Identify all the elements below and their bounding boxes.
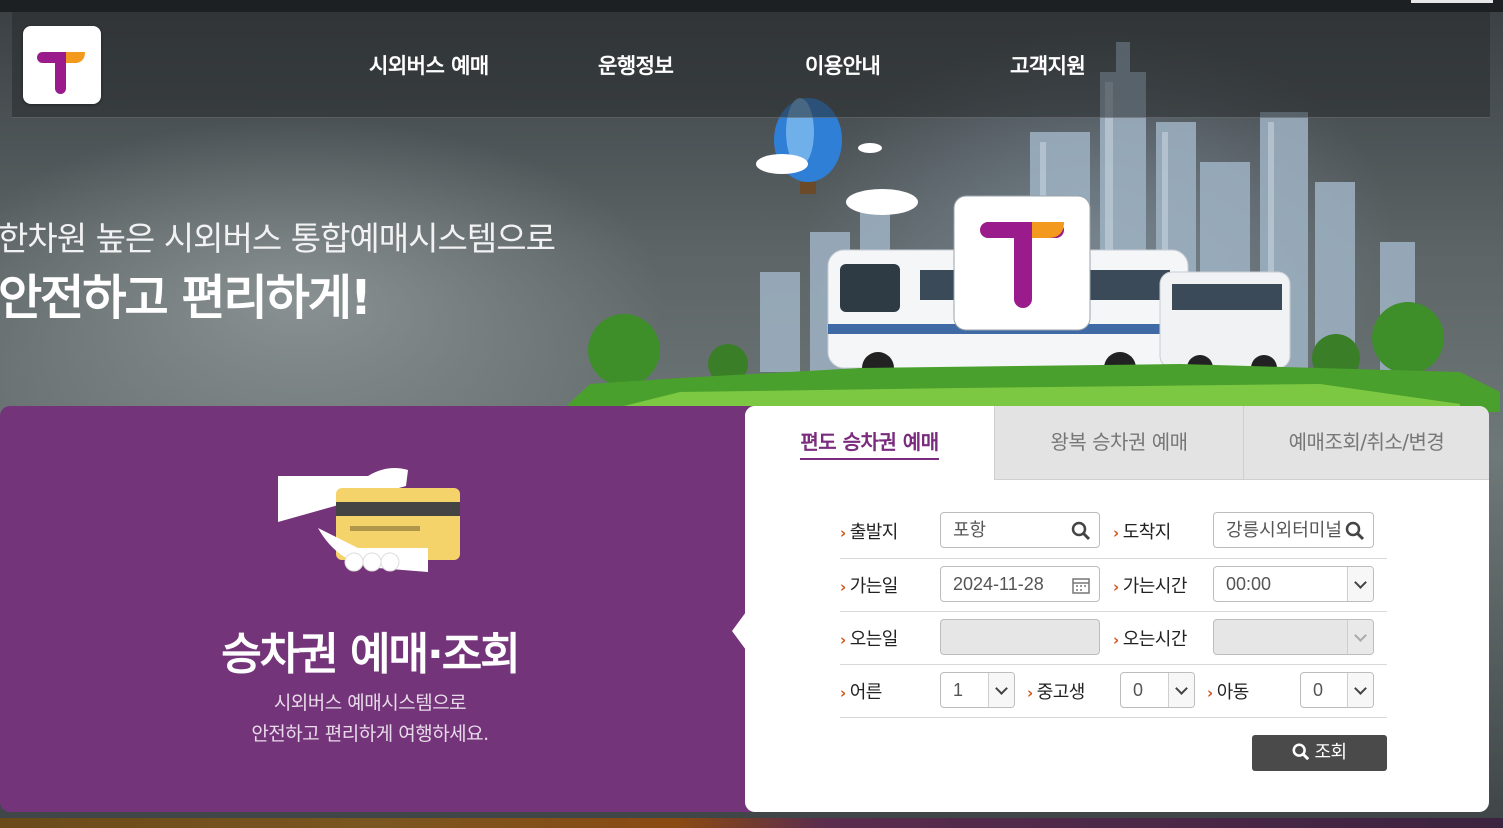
arrow-icon: › xyxy=(840,524,846,542)
depart-label: › 출발지 xyxy=(840,518,898,544)
child-label: › 아동 xyxy=(1207,678,1249,704)
return-time-select xyxy=(1213,619,1374,655)
adult-count-value: 1 xyxy=(953,680,964,700)
arrow-icon: › xyxy=(1113,631,1119,649)
child-count-value: 0 xyxy=(1313,680,1324,700)
go-time-select[interactable]: 00:00 xyxy=(1213,566,1374,602)
student-label-text: 중고생 xyxy=(1036,682,1086,703)
adult-label-text: 어른 xyxy=(849,682,883,703)
promo-subtitle: 시외버스 예매시스템으로 안전하고 편리하게 여행하세요. xyxy=(0,688,740,750)
student-label: › 중고생 xyxy=(1027,678,1085,704)
return-date-label: › 오는일 xyxy=(840,625,898,651)
go-date-value: 2024-11-28 xyxy=(953,574,1044,594)
go-time-label: › 가는시간 xyxy=(1113,572,1187,598)
go-time-label-text: 가는시간 xyxy=(1122,576,1188,597)
arrow-icon: › xyxy=(840,684,846,702)
adult-count-select[interactable]: 1 xyxy=(940,672,1015,708)
arrow-icon: › xyxy=(1113,524,1119,542)
row-divider xyxy=(840,558,1387,559)
nav-operation-info[interactable]: 운행정보 xyxy=(598,50,674,80)
browser-top-strip xyxy=(0,0,1503,12)
go-date-label-text: 가는일 xyxy=(849,576,899,597)
promo-title: 승차권 예매·조회 xyxy=(221,629,520,680)
arrive-label: › 도착지 xyxy=(1113,518,1171,544)
search-icon[interactable] xyxy=(1071,521,1091,541)
student-count-select[interactable]: 0 xyxy=(1120,672,1195,708)
t-logo-icon[interactable] xyxy=(23,26,101,104)
nav-customer-support[interactable]: 고객지원 xyxy=(1010,50,1086,80)
arrive-input[interactable]: 강릉시외터미널 xyxy=(1213,512,1374,548)
go-date-label: › 가는일 xyxy=(840,572,898,598)
child-count-select[interactable]: 0 xyxy=(1300,672,1374,708)
search-icon[interactable] xyxy=(1345,521,1365,541)
child-label-text: 아동 xyxy=(1216,682,1250,703)
depart-input[interactable]: 포항 xyxy=(940,512,1100,548)
arrive-value: 강릉시외터미널 xyxy=(1226,520,1342,540)
tab-lookup-cancel[interactable]: 예매조회/취소/변경 xyxy=(1243,406,1489,480)
depart-value: 포항 xyxy=(953,520,987,540)
calendar-icon[interactable] xyxy=(1071,575,1091,595)
hero-slogan-line2: 안전하고 편리하게! xyxy=(0,270,372,326)
chevron-down-icon[interactable] xyxy=(1347,567,1373,601)
chevron-down-icon xyxy=(1347,620,1373,654)
row-divider xyxy=(840,717,1387,718)
arrive-label-text: 도착지 xyxy=(1122,522,1172,543)
top-strip-tab xyxy=(1411,0,1493,3)
arrow-icon: › xyxy=(1207,684,1213,702)
t-logo-svg xyxy=(37,52,85,94)
chevron-down-icon[interactable] xyxy=(1347,673,1373,707)
chevron-down-icon[interactable] xyxy=(988,673,1014,707)
return-date-input xyxy=(940,619,1100,655)
hero-slogan-line1: 한차원 높은 시외버스 통합예매시스템으로 xyxy=(0,219,556,258)
row-divider xyxy=(840,611,1387,612)
chevron-down-icon[interactable] xyxy=(1168,673,1194,707)
site-header: 시외버스 예매 운행정보 이용안내 고객지원 xyxy=(12,12,1490,118)
go-time-value: 00:00 xyxy=(1226,574,1272,594)
go-date-input[interactable]: 2024-11-28 xyxy=(940,566,1100,602)
arrow-icon: › xyxy=(840,578,846,596)
search-button-label: 조회 xyxy=(1314,742,1347,763)
arrow-icon: › xyxy=(1027,684,1033,702)
search-button[interactable]: 조회 xyxy=(1252,735,1387,771)
tab-one-way[interactable]: 편도 승차권 예매 xyxy=(745,406,994,480)
nav-bus-reservation[interactable]: 시외버스 예매 xyxy=(369,50,489,80)
booking-panel: 편도 승차권 예매 왕복 승차권 예매 예매조회/취소/변경 › 출발지 포항 ›… xyxy=(745,406,1489,812)
return-date-label-text: 오는일 xyxy=(849,629,899,650)
tab-one-way-label: 편도 승차권 예매 xyxy=(800,430,939,460)
search-icon xyxy=(1292,743,1310,761)
return-time-label: › 오는시간 xyxy=(1113,625,1187,651)
arrow-icon: › xyxy=(1113,578,1119,596)
arrow-icon: › xyxy=(840,631,846,649)
return-time-label-text: 오는시간 xyxy=(1122,629,1188,650)
depart-label-text: 출발지 xyxy=(849,522,899,543)
adult-label: › 어른 xyxy=(840,678,882,704)
promo-subtitle-line1: 시외버스 예매시스템으로 xyxy=(273,692,467,714)
nav-usage-guide[interactable]: 이용안내 xyxy=(805,50,881,80)
bottom-strip xyxy=(0,818,1503,828)
student-count-value: 0 xyxy=(1133,680,1144,700)
tab-round-trip[interactable]: 왕복 승차권 예매 xyxy=(994,406,1243,480)
panel-pointer xyxy=(732,612,746,650)
row-divider xyxy=(840,664,1387,665)
promo-subtitle-line2: 안전하고 편리하게 여행하세요. xyxy=(251,723,489,745)
ticket-card-hand-icon xyxy=(278,468,460,572)
